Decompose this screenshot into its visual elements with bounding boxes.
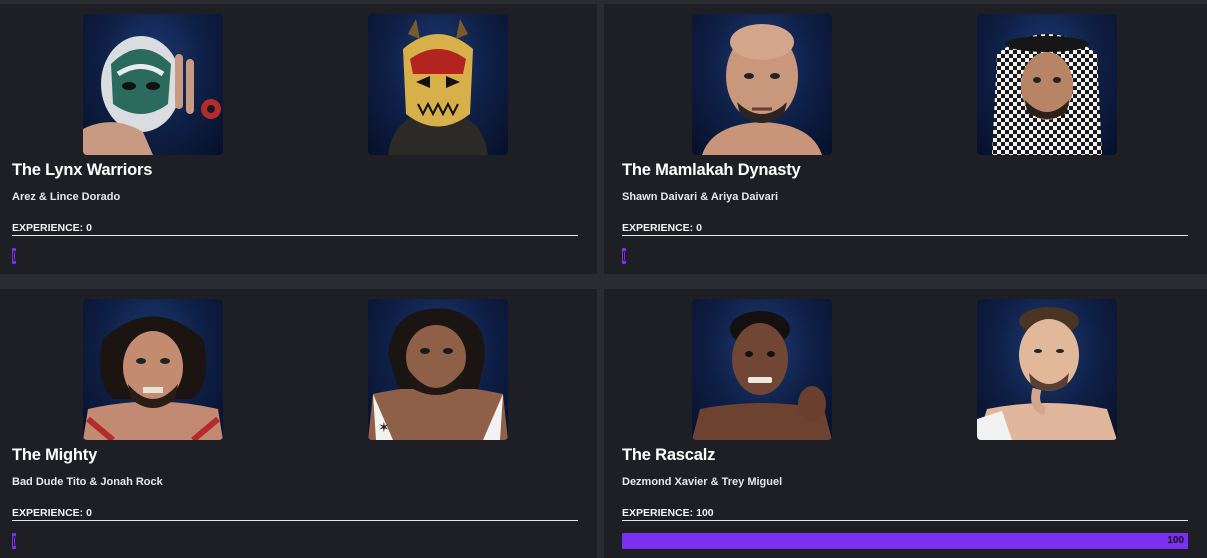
team-members: Shawn Daivari & Ariya Daivari	[622, 191, 779, 203]
divider	[12, 235, 578, 236]
wrestler-portrait	[83, 14, 223, 155]
team-card[interactable]: The Lynx Warriors Arez & Lince Dorado EX…	[0, 4, 597, 274]
experience-bar	[12, 533, 578, 549]
experience-bar-marker	[13, 536, 16, 546]
experience-bar-fill	[12, 248, 16, 264]
experience-label: EXPERIENCE: 0	[12, 222, 92, 234]
divider	[622, 235, 1188, 236]
team-grid: The Lynx Warriors Arez & Lince Dorado EX…	[0, 0, 1207, 558]
experience-label: EXPERIENCE: 0	[622, 222, 702, 234]
team-members: Bad Dude Tito & Jonah Rock	[12, 476, 163, 488]
team-name: The Mighty	[12, 446, 98, 464]
team-name: The Mamlakah Dynasty	[622, 161, 801, 179]
wrestler-portrait	[83, 299, 223, 440]
experience-bar-fill	[12, 533, 16, 549]
experience-bar-marker	[623, 251, 626, 261]
experience-bar-marker	[13, 251, 16, 261]
experience-bar: 100	[622, 533, 1188, 549]
experience-bar	[622, 248, 1188, 264]
wrestler-portrait	[692, 299, 832, 440]
wrestler-portrait	[368, 14, 508, 155]
divider	[622, 520, 1188, 521]
svg-text:✶: ✶	[378, 420, 390, 436]
team-name: The Rascalz	[622, 446, 716, 464]
wrestler-portrait: ✶	[368, 299, 508, 440]
wrestler-portrait	[692, 14, 832, 155]
team-members: Dezmond Xavier & Trey Miguel	[622, 476, 783, 488]
team-card[interactable]: The Rascalz Dezmond Xavier & Trey Miguel…	[604, 289, 1207, 558]
team-name: The Lynx Warriors	[12, 161, 153, 179]
team-card[interactable]: The Mamlakah Dynasty Shawn Daivari & Ari…	[604, 4, 1207, 274]
experience-label: EXPERIENCE: 100	[622, 507, 714, 519]
wrestler-portrait	[977, 299, 1117, 440]
experience-label: EXPERIENCE: 0	[12, 507, 92, 519]
wrestler-portrait	[977, 14, 1117, 155]
team-members: Arez & Lince Dorado	[12, 191, 121, 203]
team-card[interactable]: ✶ The Mighty Bad Dude Tito & Jonah Rock …	[0, 289, 597, 558]
experience-bar-value: 100	[1167, 535, 1184, 546]
divider	[12, 520, 578, 521]
experience-bar-fill	[622, 248, 626, 264]
experience-bar	[12, 248, 578, 264]
experience-bar-fill: 100	[622, 533, 1188, 549]
